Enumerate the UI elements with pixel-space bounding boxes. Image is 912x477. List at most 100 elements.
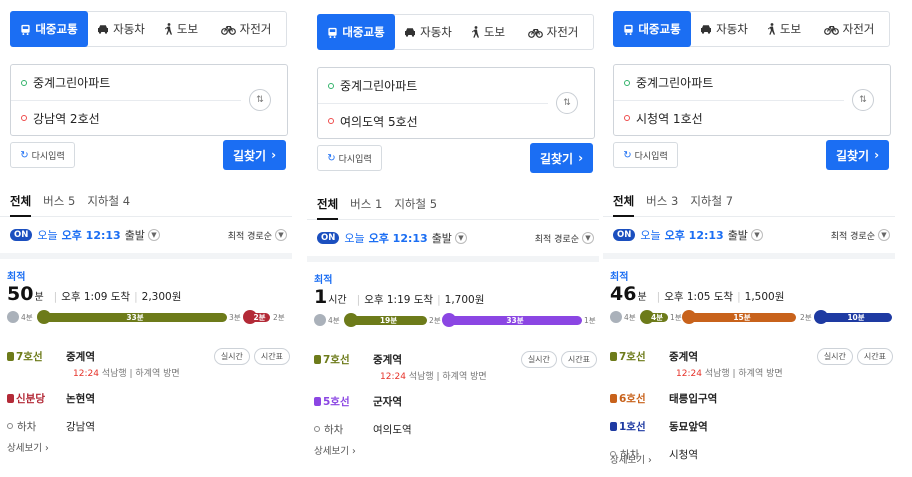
mode-bar: 대중교통 자동차 도보 자전거: [317, 14, 594, 50]
route-timeline-bar: 4분 33분 3분 2분 2분: [7, 310, 290, 324]
search-route-button[interactable]: 길찾기 ›: [530, 143, 593, 173]
subway-icon: [610, 351, 617, 361]
departure-time[interactable]: 오후 12:13: [62, 227, 121, 243]
walk-end-label: 2분: [273, 313, 285, 322]
mode-bar: 대중교통 자동차 도보 자전거: [10, 11, 287, 47]
departure-time[interactable]: 오후 12:13: [665, 227, 724, 243]
result-tab[interactable]: 지하철 7: [690, 187, 733, 217]
mode-transit-tab[interactable]: 대중교통: [10, 11, 88, 47]
destination-text: 여의도역 5호선: [340, 114, 418, 129]
reset-label: 다시입력: [634, 151, 668, 162]
swap-icon[interactable]: ⇅: [852, 89, 874, 111]
result-tab[interactable]: 버스 1: [350, 190, 382, 220]
reset-button[interactable]: ↻ 다시입력: [317, 145, 382, 171]
origin-field[interactable]: 중계그린아파트: [11, 65, 241, 100]
mode-label: 도보: [176, 22, 199, 36]
search-route-button[interactable]: 길찾기 ›: [826, 140, 889, 170]
duration-unit: 분: [34, 292, 44, 303]
reset-button[interactable]: ↻ 다시입력: [10, 142, 75, 168]
departure-word: 출발: [431, 232, 452, 245]
train-time: 12:24: [73, 369, 99, 379]
train-info: 12:24 석남행 | 하계역 방면: [380, 369, 597, 385]
section-divider: [603, 253, 895, 259]
sort-dropdown[interactable]: 최적 경로순 ▼: [228, 229, 287, 242]
go-label: 길찾기: [232, 148, 267, 163]
chevron-right-icon: ›: [644, 455, 652, 466]
origin-field[interactable]: 중계그린아파트: [614, 65, 844, 100]
search-route-button[interactable]: 길찾기 ›: [223, 140, 286, 170]
destination-field[interactable]: 여의도역 5호선: [318, 103, 548, 138]
go-label: 길찾기: [835, 148, 870, 163]
origin-field[interactable]: 중계그린아파트: [318, 68, 548, 103]
sort-dropdown[interactable]: 최적 경로순 ▼: [831, 229, 890, 242]
destination-field[interactable]: 시청역 1호선: [614, 100, 844, 135]
timetable-button[interactable]: 시간표: [560, 350, 597, 368]
line-label: 7호선: [16, 350, 43, 363]
detail-link[interactable]: 상세보기 ›: [610, 452, 652, 466]
best-label: 최적: [314, 275, 333, 286]
on-toggle[interactable]: ON: [10, 229, 33, 241]
result-tab[interactable]: 버스 5: [43, 187, 75, 217]
detail-link[interactable]: 상세보기 ›: [314, 443, 356, 457]
destination-field[interactable]: 강남역 2호선: [11, 100, 241, 135]
on-toggle[interactable]: ON: [613, 229, 636, 241]
chevron-down-icon[interactable]: ▼: [147, 229, 160, 241]
departure-time[interactable]: 오후 12:13: [369, 230, 428, 246]
duration-unit: 분: [637, 292, 647, 303]
realtime-button[interactable]: 실시간: [816, 347, 853, 365]
mode-car-tab[interactable]: 자동차: [395, 15, 461, 49]
walk-start-label: 4분: [328, 316, 340, 325]
timetable-button[interactable]: 시간표: [253, 347, 290, 365]
car-icon: [98, 25, 109, 34]
mode-bike-tab[interactable]: 자전거: [208, 12, 284, 46]
mode-bike-tab[interactable]: 자전거: [515, 15, 591, 49]
result-tab[interactable]: 버스 3: [646, 187, 678, 217]
separator: |: [437, 294, 441, 306]
step-row: 7호선 중계역 실시간 시간표: [314, 347, 597, 371]
bus-icon: [328, 27, 337, 38]
bus-icon: [21, 24, 30, 35]
walk-mid-label: 3분: [229, 313, 241, 322]
train-time: 12:24: [676, 369, 702, 379]
mode-walk-tab[interactable]: 도보: [154, 12, 208, 46]
arrival-time: 오후 1:09 도착: [61, 291, 131, 303]
result-tab[interactable]: 전체: [10, 187, 32, 217]
realtime-button[interactable]: 실시간: [213, 347, 250, 365]
arrival-time: 오후 1:19 도착: [364, 294, 434, 306]
step-station: 중계역: [669, 350, 698, 363]
origin-dot-icon: [328, 82, 334, 89]
reset-button[interactable]: ↻ 다시입력: [613, 142, 678, 168]
bike-icon: [527, 28, 543, 38]
route-input-box: 중계그린아파트 강남역 2호선 ⇅: [10, 64, 288, 136]
result-tab[interactable]: 지하철 4: [87, 187, 130, 217]
mode-transit-tab[interactable]: 대중교통: [613, 11, 691, 47]
realtime-button[interactable]: 실시간: [520, 350, 557, 368]
result-tab[interactable]: 전체: [613, 187, 635, 217]
sort-dropdown[interactable]: 최적 경로순 ▼: [535, 232, 594, 245]
chevron-down-icon[interactable]: ▼: [454, 232, 467, 244]
route-panel: 대중교통 자동차 도보 자전거 중계그린아파트 강남역 2호선 ⇅ ↻ 다시입력 길찾기…: [0, 0, 292, 477]
mode-transit-tab[interactable]: 대중교통: [317, 14, 395, 50]
mode-bike-tab[interactable]: 자전거: [811, 12, 887, 46]
mode-walk-tab[interactable]: 도보: [757, 12, 811, 46]
route-summary: 50 분 | 오후 1:09 도착 | 2,300원: [7, 283, 181, 305]
chevron-down-icon[interactable]: ▼: [750, 229, 763, 241]
timetable-button[interactable]: 시간표: [856, 347, 893, 365]
line-label: 5호선: [323, 395, 350, 408]
result-tab[interactable]: 전체: [317, 190, 339, 220]
line-label: 1호선: [619, 420, 646, 433]
result-tab[interactable]: 지하철 5: [394, 190, 437, 220]
car-icon: [405, 28, 416, 37]
on-toggle[interactable]: ON: [317, 232, 340, 244]
detail-label: 상세보기: [7, 443, 42, 454]
mode-car-tab[interactable]: 자동차: [88, 12, 154, 46]
detail-link[interactable]: 상세보기 ›: [7, 440, 49, 454]
step-line-name: 신분당: [7, 391, 66, 406]
departure-options: ON 오늘 오후 12:13 출발 ▼ 최적 경로순 ▼: [317, 228, 594, 248]
swap-icon[interactable]: ⇅: [556, 92, 578, 114]
mode-car-tab[interactable]: 자동차: [691, 12, 757, 46]
mode-walk-tab[interactable]: 도보: [461, 15, 515, 49]
chevron-down-icon: ▼: [275, 229, 287, 241]
swap-icon[interactable]: ⇅: [249, 89, 271, 111]
mode-bar: 대중교통 자동차 도보 자전거: [613, 11, 890, 47]
